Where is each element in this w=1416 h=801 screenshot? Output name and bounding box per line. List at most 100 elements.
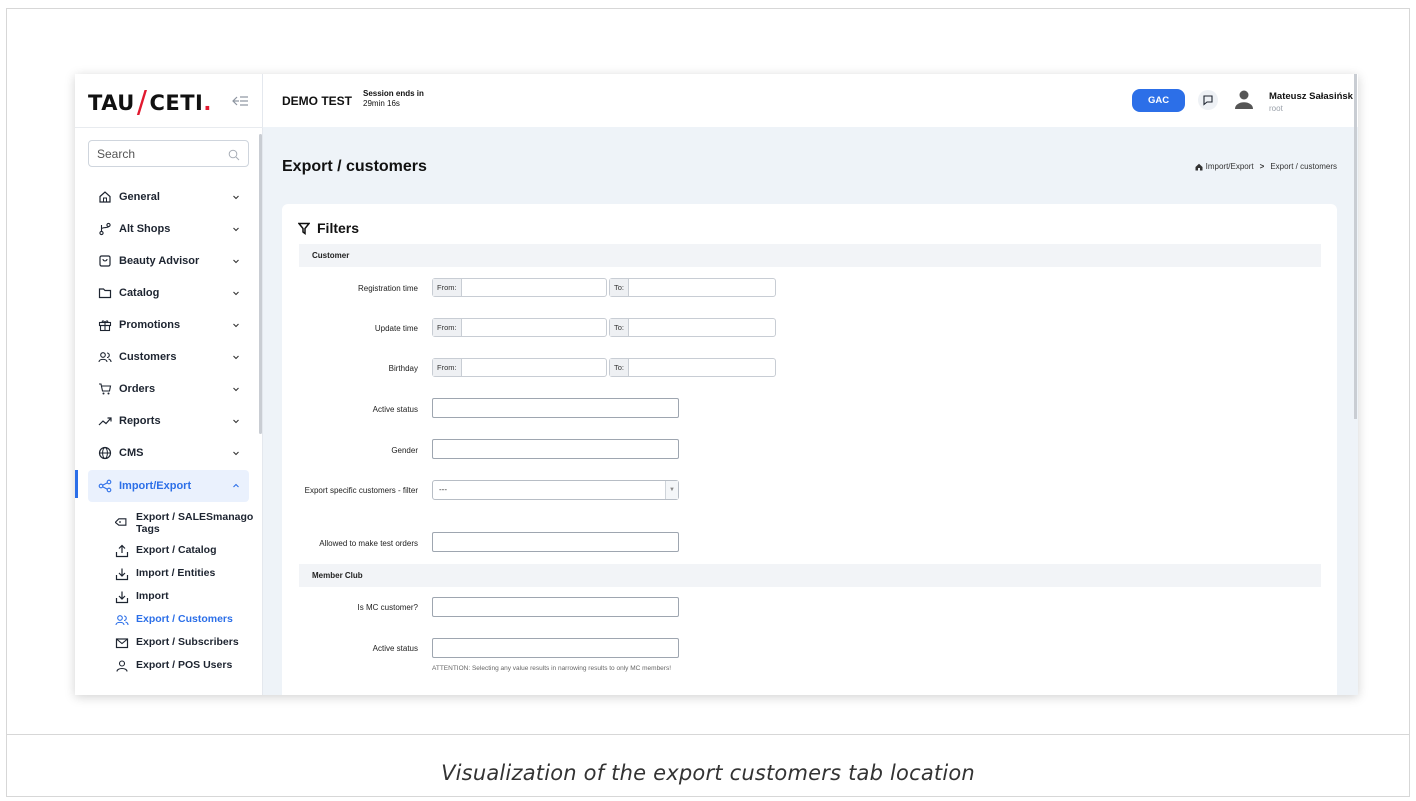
sidebar-item-orders[interactable]: Orders: [88, 373, 249, 405]
is-mc-customer-input[interactable]: [433, 599, 678, 618]
birthday-from-input[interactable]: [461, 359, 606, 376]
sidebar-item-label: Customers: [119, 351, 177, 363]
sidebar-item-label: Reports: [119, 415, 161, 427]
user-name[interactable]: Mateusz Sałasińsk: [1269, 91, 1353, 102]
breadcrumb-current: Export / customers: [1270, 162, 1337, 171]
chevron-down-icon: [231, 320, 241, 330]
download-icon: [115, 567, 129, 581]
submenu-item-label: Export / Subscribers: [136, 636, 239, 648]
registration-from-input[interactable]: [461, 279, 606, 296]
session-label: Session ends in: [363, 89, 424, 98]
birthday-label: Birthday: [388, 364, 418, 373]
sidebar-item-label: Import/Export: [119, 480, 192, 492]
search-box: [88, 140, 249, 167]
allowed-test-orders-label: Allowed to make test orders: [319, 539, 418, 548]
sidebar-item-reports[interactable]: Reports: [88, 405, 249, 437]
chevron-down-icon: [231, 288, 241, 298]
collapse-sidebar-icon[interactable]: [231, 92, 251, 110]
mail-icon: [115, 636, 129, 650]
allowed-test-orders-field: [432, 532, 679, 553]
gac-button[interactable]: GAC: [1132, 89, 1185, 112]
globe-icon: [98, 446, 112, 460]
brand-logo[interactable]: TAU / CETI.: [88, 85, 212, 120]
submenu-item-label: Export / POS Users: [136, 659, 233, 671]
chevron-down-icon: [231, 256, 241, 266]
sidebar-item-label: Orders: [119, 383, 156, 395]
sidebar-item-label: Promotions: [119, 319, 181, 331]
submenu-item-export-catalog[interactable]: Export / Catalog: [115, 544, 255, 558]
active-status-input[interactable]: [433, 400, 678, 419]
sidebar-item-promotions[interactable]: Promotions: [88, 309, 249, 341]
submenu-item-import[interactable]: Import: [115, 590, 255, 604]
birthday-to-input[interactable]: [629, 359, 775, 376]
allowed-test-orders-input[interactable]: [433, 534, 678, 553]
search-icon[interactable]: [228, 148, 240, 161]
sidebar-item-customers[interactable]: Customers: [88, 341, 249, 373]
user-role: root: [1269, 104, 1283, 113]
sidebar-item-label: Beauty Advisor: [119, 255, 200, 267]
breadcrumb-root[interactable]: Import/Export: [1206, 162, 1254, 171]
filters-card: Filters Customer Registration time From:…: [282, 204, 1337, 695]
submenu-item-export-salesmanago-tags[interactable]: Export / SALESmanago Tags: [115, 511, 255, 535]
breadcrumb-separator: >: [1259, 162, 1265, 171]
sidebar: TAU/CETI. General: [75, 74, 263, 695]
sidebar-item-label: CMS: [119, 447, 144, 459]
sidebar-item-label: General: [119, 191, 160, 203]
to-addon: To:: [610, 359, 630, 376]
topbar: DEMO TEST Session ends in 29min 16s GAC …: [263, 74, 1358, 127]
bag-icon: [98, 254, 112, 268]
section-member-club: Member Club: [299, 564, 1321, 587]
sidebar-item-general[interactable]: General: [88, 181, 249, 213]
caption-divider: [7, 734, 1409, 735]
home-icon: [98, 190, 112, 204]
submenu-item-label: Export / Catalog: [136, 544, 217, 556]
download-icon: [115, 590, 129, 604]
attention-note: ATTENTION: Selecting any value results i…: [432, 665, 672, 672]
submenu-item-label: Export / SALESmanago Tags: [136, 511, 254, 535]
submenu-item-import-entities[interactable]: Import / Entities: [115, 567, 255, 581]
submenu-item-export-customers[interactable]: Export / Customers: [115, 613, 255, 627]
chevron-down-icon: [231, 224, 241, 234]
app-window: TAU/CETI. General: [75, 74, 1358, 695]
sidebar-item-catalog[interactable]: Catalog: [88, 277, 249, 309]
brand-slash: /: [136, 85, 148, 120]
sidebar-item-alt-shops[interactable]: Alt Shops: [88, 213, 249, 245]
update-from-input[interactable]: [461, 319, 606, 336]
from-addon: From:: [433, 359, 462, 376]
sidebar-item-import-export[interactable]: Import/Export: [88, 470, 249, 502]
to-addon: To:: [610, 319, 630, 336]
search-input[interactable]: [89, 141, 219, 166]
dropdown-caret-icon: ▼: [665, 481, 678, 499]
active-indicator: [75, 470, 78, 498]
mc-active-status-input[interactable]: [433, 640, 678, 659]
sidebar-item-beauty-advisor[interactable]: Beauty Advisor: [88, 245, 249, 277]
page-scrollbar[interactable]: [1354, 74, 1357, 419]
update-to-input[interactable]: [629, 319, 775, 336]
update-time-label: Update time: [374, 324, 418, 333]
export-specific-select[interactable]: --- ▼: [432, 480, 679, 500]
submenu-item-export-pos-users[interactable]: Export / POS Users: [115, 659, 255, 673]
sidebar-scrollbar[interactable]: [259, 134, 262, 434]
registration-to-input[interactable]: [629, 279, 775, 296]
gender-field: [432, 439, 679, 460]
environment-label: DEMO TEST: [282, 94, 353, 108]
sidebar-item-cms[interactable]: CMS: [88, 437, 249, 469]
gender-label: Gender: [391, 446, 418, 455]
chevron-up-icon: [231, 481, 241, 491]
registration-to-field: To:: [609, 278, 776, 297]
filters-title: Filters: [297, 220, 359, 236]
chevron-down-icon: [231, 352, 241, 362]
filter-icon: [297, 222, 311, 235]
gender-input[interactable]: [433, 441, 678, 460]
active-status-label: Active status: [372, 405, 418, 414]
chat-icon[interactable]: [1198, 90, 1218, 110]
registration-from-field: From:: [432, 278, 607, 297]
from-addon: From:: [433, 319, 462, 336]
avatar[interactable]: [1233, 88, 1255, 110]
share-icon: [98, 479, 112, 493]
trend-icon: [98, 414, 112, 428]
submenu-item-export-subscribers[interactable]: Export / Subscribers: [115, 636, 255, 650]
is-mc-customer-field: [432, 597, 679, 618]
chevron-down-icon: [231, 384, 241, 394]
sidebar-item-label: Catalog: [119, 287, 160, 299]
